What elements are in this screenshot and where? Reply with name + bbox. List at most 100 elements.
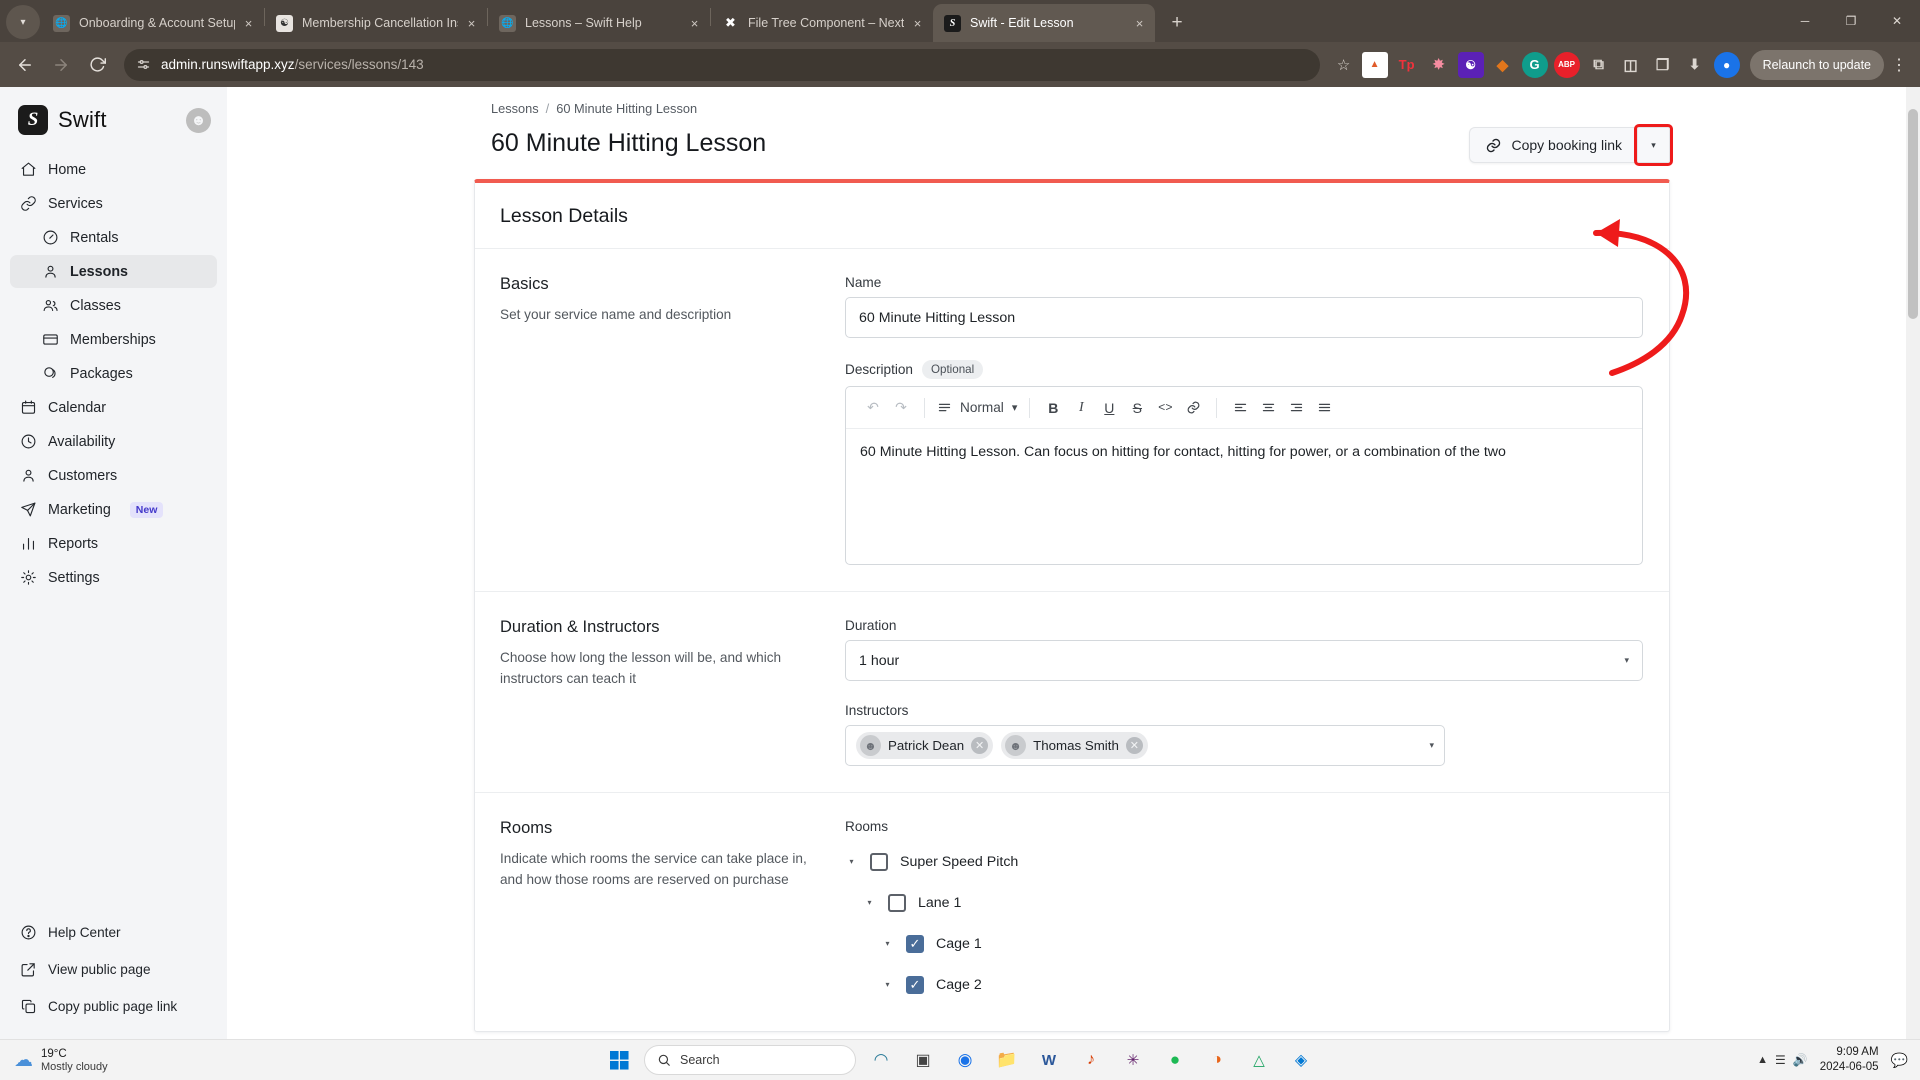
- expand-caret-icon[interactable]: ▾: [863, 898, 876, 907]
- download-icon[interactable]: ⬇: [1682, 52, 1708, 78]
- align-center-icon[interactable]: [1255, 395, 1281, 421]
- undo-icon[interactable]: ↶: [860, 395, 886, 421]
- taskbar-search-box[interactable]: Search: [644, 1045, 856, 1075]
- strikethrough-button[interactable]: S: [1124, 395, 1150, 421]
- align-right-icon[interactable]: [1283, 395, 1309, 421]
- metamask-extension-icon[interactable]: ◆: [1490, 52, 1516, 78]
- page-scrollbar-thumb[interactable]: [1908, 109, 1918, 319]
- profile-avatar[interactable]: ●: [1713, 51, 1740, 78]
- align-left-icon[interactable]: [1227, 395, 1253, 421]
- duration-select[interactable]: 1 hour ▾: [845, 640, 1643, 681]
- name-input[interactable]: 60 Minute Hitting Lesson: [845, 297, 1643, 338]
- remove-instructor-icon[interactable]: ✕: [971, 737, 989, 754]
- sidebar-item-calendar[interactable]: Calendar: [10, 391, 217, 424]
- copilot-taskbar-icon[interactable]: ◠: [864, 1043, 898, 1077]
- network-tray-icon[interactable]: ☰: [1775, 1053, 1786, 1067]
- code-button[interactable]: <>: [1152, 395, 1178, 421]
- align-justify-icon[interactable]: [1311, 395, 1337, 421]
- adblock-plus-extension-icon[interactable]: ABP: [1553, 51, 1580, 78]
- close-icon[interactable]: ×: [1130, 14, 1149, 33]
- link-icon[interactable]: [1180, 395, 1206, 421]
- sidebar-item-copy-public-page-link[interactable]: Copy public page link: [10, 988, 217, 1024]
- avatar[interactable]: ☻: [186, 107, 211, 133]
- back-button[interactable]: [8, 48, 42, 82]
- room-checkbox-checked[interactable]: ✓: [906, 975, 924, 994]
- audacity-taskbar-icon[interactable]: ◑: [1200, 1043, 1234, 1077]
- bold-button[interactable]: B: [1040, 395, 1066, 421]
- spotify-taskbar-icon[interactable]: ●: [1158, 1043, 1192, 1077]
- page-info-icon[interactable]: [136, 57, 151, 72]
- close-icon[interactable]: ×: [462, 14, 481, 33]
- relaunch-to-update-button[interactable]: Relaunch to update: [1749, 49, 1884, 80]
- room-checkbox-checked[interactable]: ✓: [906, 934, 924, 953]
- sidebar-item-classes[interactable]: Classes: [10, 289, 217, 322]
- expand-caret-icon[interactable]: ▾: [881, 939, 894, 948]
- sidebar-item-settings[interactable]: Settings: [10, 561, 217, 594]
- butterfly-extension-icon[interactable]: ✸: [1426, 52, 1452, 78]
- split-view-icon[interactable]: ◫: [1618, 52, 1644, 78]
- maximize-button[interactable]: ❐: [1828, 0, 1874, 42]
- sidebar-item-lessons[interactable]: Lessons: [10, 255, 217, 288]
- music-taskbar-icon[interactable]: ♪: [1074, 1043, 1108, 1077]
- wallet-extension-icon[interactable]: ☯: [1457, 51, 1484, 78]
- browser-tab[interactable]: 🌐 Lessons – Swift Help ×: [488, 4, 710, 42]
- expand-caret-icon[interactable]: ▾: [881, 980, 894, 989]
- browser-tab[interactable]: ✖ File Tree Component – Nextra ×: [711, 4, 933, 42]
- file-explorer-taskbar-icon[interactable]: 📁: [990, 1043, 1024, 1077]
- page-scrollbar-track[interactable]: [1906, 87, 1920, 1039]
- underline-button[interactable]: U: [1096, 395, 1122, 421]
- vscode-taskbar-icon[interactable]: ◈: [1284, 1043, 1318, 1077]
- copy-booking-link-button[interactable]: Copy booking link: [1469, 127, 1637, 163]
- volume-tray-icon[interactable]: 🔊: [1793, 1053, 1808, 1067]
- browser-tab[interactable]: ☯ Membership Cancellation Instr ×: [265, 4, 487, 42]
- sidebar-item-help-center[interactable]: Help Center: [10, 914, 217, 950]
- reload-button[interactable]: [80, 48, 114, 82]
- redo-icon[interactable]: ↷: [888, 395, 914, 421]
- browser-tab-active[interactable]: S Swift - Edit Lesson ×: [933, 4, 1155, 42]
- italic-button[interactable]: I: [1068, 395, 1094, 421]
- sidebar-item-customers[interactable]: Customers: [10, 459, 217, 492]
- new-tab-button[interactable]: +: [1162, 8, 1192, 38]
- minimize-button[interactable]: ─: [1782, 0, 1828, 42]
- close-window-button[interactable]: ✕: [1874, 0, 1920, 42]
- slack-taskbar-icon[interactable]: ✳: [1116, 1043, 1150, 1077]
- taskbar-clock[interactable]: 9:09 AM 2024-06-05: [1820, 1045, 1879, 1075]
- sidebar-item-home[interactable]: Home: [10, 153, 217, 186]
- room-checkbox[interactable]: [888, 893, 906, 912]
- close-icon[interactable]: ×: [239, 14, 258, 33]
- notifications-icon[interactable]: 💬: [1891, 1052, 1908, 1069]
- extensions-puzzle-icon[interactable]: ⧉: [1586, 52, 1612, 78]
- bookmark-star-icon[interactable]: ☆: [1330, 51, 1358, 79]
- room-checkbox[interactable]: [870, 852, 888, 871]
- more-extensions-icon[interactable]: ❐: [1650, 52, 1676, 78]
- sidebar-item-services[interactable]: Services: [10, 187, 217, 220]
- sidebar-item-reports[interactable]: Reports: [10, 527, 217, 560]
- address-bar[interactable]: admin.runswiftapp.xyz/services/lessons/1…: [124, 48, 1320, 81]
- weather-widget[interactable]: ☁ 19°C Mostly cloudy: [0, 1047, 200, 1073]
- chevron-up-tray-icon[interactable]: ▲: [1757, 1054, 1768, 1066]
- start-button[interactable]: [602, 1043, 636, 1077]
- instructors-multiselect[interactable]: ☻ Patrick Dean ✕ ☻ Thomas Smith ✕ ▾: [845, 725, 1445, 766]
- google-extension-icon[interactable]: G: [1521, 51, 1548, 78]
- breadcrumb-link-lessons[interactable]: Lessons: [491, 101, 539, 116]
- browser-menu-icon[interactable]: ⋮: [1886, 50, 1912, 80]
- close-icon[interactable]: ×: [685, 14, 704, 33]
- sidebar-item-rentals[interactable]: Rentals: [10, 221, 217, 254]
- task-view-taskbar-icon[interactable]: ▣: [906, 1043, 940, 1077]
- sidebar-item-marketing[interactable]: Marketing New: [10, 493, 217, 526]
- close-icon[interactable]: ×: [908, 14, 927, 33]
- expand-caret-icon[interactable]: ▾: [845, 857, 858, 866]
- sidebar-item-availability[interactable]: Availability: [10, 425, 217, 458]
- testing-platform-extension-icon[interactable]: Tp: [1394, 52, 1420, 78]
- drive-taskbar-icon[interactable]: △: [1242, 1043, 1276, 1077]
- chrome-taskbar-icon[interactable]: ◉: [948, 1043, 982, 1077]
- instructor-chip[interactable]: ☻ Patrick Dean ✕: [856, 732, 994, 759]
- unpkg-extension-icon[interactable]: ▲: [1361, 51, 1388, 78]
- tab-search-button[interactable]: ▾: [6, 5, 40, 39]
- remove-instructor-icon[interactable]: ✕: [1125, 737, 1143, 754]
- copy-booking-link-dropdown-button[interactable]: ▾: [1634, 124, 1673, 166]
- sidebar-item-memberships[interactable]: Memberships: [10, 323, 217, 356]
- sidebar-item-packages[interactable]: Packages: [10, 357, 217, 390]
- description-editor-body[interactable]: 60 Minute Hitting Lesson. Can focus on h…: [846, 429, 1642, 564]
- instructor-chip[interactable]: ☻ Thomas Smith ✕: [1001, 732, 1148, 759]
